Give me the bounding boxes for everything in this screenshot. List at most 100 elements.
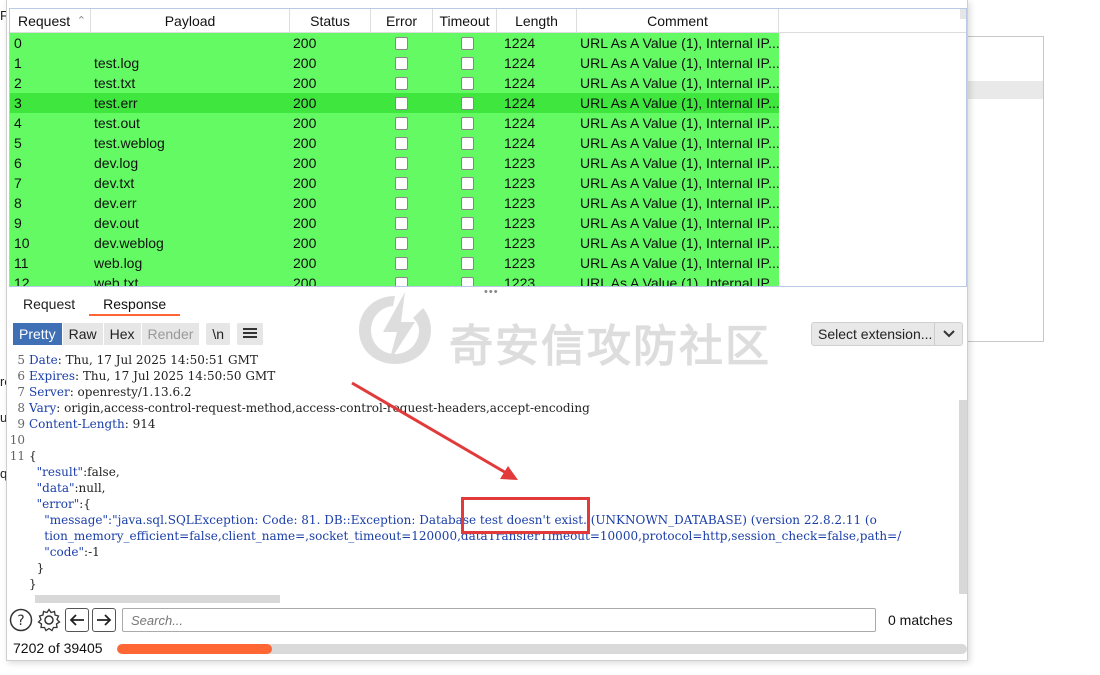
table-row[interactable]: 7 dev.txt 200 1223 URL As A Value (1), Inter… [10,173,779,193]
error-checkbox[interactable] [395,57,408,70]
pretty-button[interactable]: Pretty [13,323,63,345]
cell-length: 1223 [504,255,536,271]
header-name: Expires [29,369,76,383]
table-row[interactable]: 4 test.out 200 1224 URL As A Value (1), Inte… [10,113,779,133]
newline-toggle-button[interactable]: \n [206,323,232,345]
cell-error [371,133,433,153]
cell-timeout [433,93,497,113]
table-row[interactable]: 2 test.txt 200 1224 URL As A Value (1), Inte… [10,73,779,93]
table-row[interactable]: 8 dev.err 200 1223 URL As A Value (1), Inter… [10,193,779,213]
cell-error [371,233,433,253]
cell-timeout [433,173,497,193]
cell-timeout [433,73,497,93]
column-header-comment[interactable]: Comment [577,9,779,33]
table-header: Request ⌃ Payload Status Error Timeout Le… [10,9,966,33]
menu-button[interactable] [237,323,265,345]
cell-payload [91,33,290,53]
response-vertical-scrollbar[interactable] [959,400,967,594]
json-key: "data" [36,481,75,495]
table-row[interactable]: 6 dev.log 200 1223 URL As A Value (1), Inter… [10,153,779,173]
table-row[interactable]: 5 test.weblog 200 1224 URL As A Value (1), I… [10,133,779,153]
header-name: Server [29,385,70,399]
table-row[interactable]: 11 web.log 200 1223 URL As A Value (1), Inte… [10,253,779,273]
code-line: 11 { [9,448,957,464]
header-colon: : [69,385,78,399]
response-body-viewer[interactable]: 5 Date: Thu, 17 Jul 2025 14:50:51 GMT 6 Ex… [9,350,957,604]
help-button[interactable]: ? [9,608,33,632]
timeout-checkbox[interactable] [461,177,474,190]
raw-button[interactable]: Raw [62,323,104,345]
watermark-text: 奇安信攻防社区 [449,321,771,372]
table-row[interactable]: 10 dev.weblog 200 1223 URL As A Value (1), I… [10,233,779,253]
render-button[interactable]: Render [141,323,201,345]
timeout-checkbox[interactable] [461,77,474,90]
column-header-payload[interactable]: Payload [91,9,290,33]
timeout-checkbox[interactable] [461,217,474,230]
error-checkbox[interactable] [395,137,408,150]
timeout-checkbox[interactable] [461,117,474,130]
table-row[interactable]: 3 test.err 200 1224 URL As A Value (1), Inte… [10,93,779,113]
cell-timeout [433,113,497,133]
code-line: } [9,560,957,576]
hex-button[interactable]: Hex [103,323,142,345]
header-value: openresty/1.13.6.2 [77,385,192,399]
response-horizontal-scrollbar[interactable] [35,595,280,603]
column-header-status[interactable]: Status [290,9,371,33]
json-key: "code" [44,545,85,559]
table-scrollbar[interactable] [960,9,966,19]
tab-response[interactable]: Response [89,292,181,316]
select-extension-dropdown[interactable]: Select extension... [811,322,963,346]
cell-status: 200 [293,175,317,191]
error-checkbox[interactable] [395,197,408,210]
cell-status: 200 [293,115,317,131]
cell-payload: test.err [94,95,138,111]
timeout-checkbox[interactable] [461,37,474,50]
search-input[interactable] [122,608,876,632]
cell-status: 200 [293,155,317,171]
cell-request: 9 [14,215,22,231]
table-row[interactable]: 0 200 1224 URL As A Value (1), Internal IP.… [10,33,779,53]
error-checkbox[interactable] [395,237,408,250]
arrow-left-icon [69,614,84,626]
column-header-timeout[interactable]: Timeout [433,9,497,33]
timeout-checkbox[interactable] [461,57,474,70]
error-checkbox[interactable] [395,117,408,130]
timeout-checkbox[interactable] [461,257,474,270]
progress-bar-fill [117,644,273,654]
tab-request[interactable]: Request [9,292,89,316]
previous-match-button[interactable] [65,608,89,632]
timeout-checkbox[interactable] [461,197,474,210]
table-row[interactable]: 12 web.txt 200 1223 URL As A Value (1), Inte… [10,273,779,287]
error-checkbox[interactable] [395,157,408,170]
column-header-request[interactable]: Request ⌃ [10,9,91,33]
select-extension-label: Select extension... [818,326,933,342]
error-checkbox[interactable] [395,277,408,286]
search-settings-button[interactable] [37,608,61,632]
message-tabs: Request Response [9,292,181,316]
timeout-checkbox[interactable] [461,157,474,170]
header-name: Content-Length [29,417,125,431]
error-checkbox[interactable] [395,97,408,110]
error-checkbox[interactable] [395,37,408,50]
cell-comment: URL As A Value (1), Internal IP... [580,155,779,171]
cell-error [371,33,433,53]
error-checkbox[interactable] [395,77,408,90]
table-row[interactable]: 9 dev.out 200 1223 URL As A Value (1), Inter… [10,213,779,233]
code-line: } [9,576,957,592]
next-match-button[interactable] [92,608,116,632]
timeout-checkbox[interactable] [461,137,474,150]
error-checkbox[interactable] [395,257,408,270]
column-header-length[interactable]: Length [497,9,577,33]
cell-comment: URL As A Value (1), Internal IP... [580,135,779,151]
cell-payload: web.txt [94,275,139,287]
timeout-checkbox[interactable] [461,97,474,110]
error-checkbox[interactable] [395,217,408,230]
column-header-error[interactable]: Error [371,9,433,33]
cell-request: 8 [14,195,22,211]
timeout-checkbox[interactable] [461,277,474,286]
error-checkbox[interactable] [395,177,408,190]
table-row[interactable]: 1 test.log 200 1224 URL As A Value (1), Inte… [10,53,779,73]
timeout-checkbox[interactable] [461,237,474,250]
cell-request: 11 [14,255,29,271]
results-table[interactable]: Request ⌃ Payload Status Error Timeout Le… [9,8,967,287]
